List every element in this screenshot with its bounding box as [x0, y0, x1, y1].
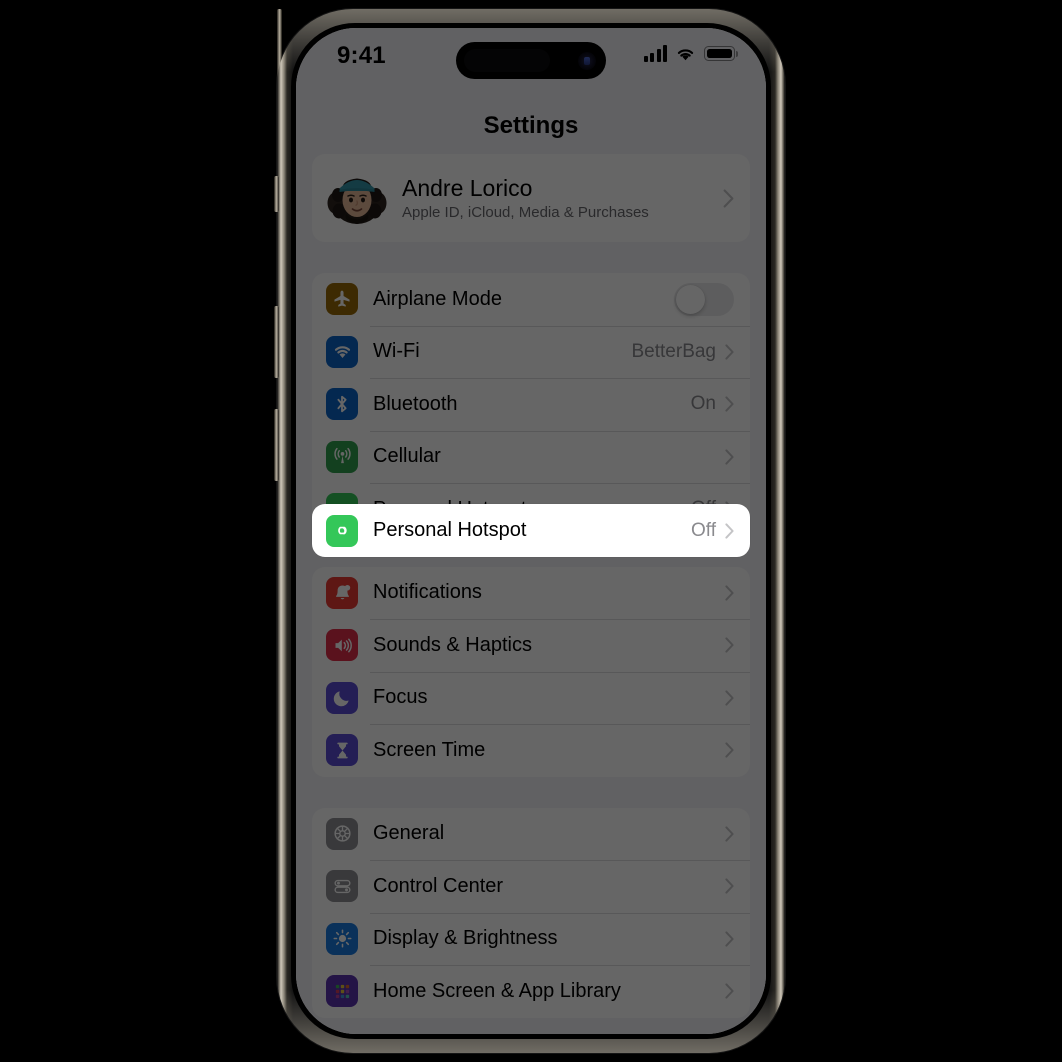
settings-row-label: Home Screen & App Library — [373, 979, 621, 1002]
spotlight-row-value: Off — [691, 519, 716, 541]
airplane-icon — [326, 283, 358, 316]
settings-row-label: Notifications — [373, 581, 482, 604]
chevron-right-icon — [723, 188, 734, 208]
chevron-right-icon — [725, 449, 734, 465]
brightness-sun-icon — [326, 922, 358, 955]
chevron-right-icon — [725, 931, 734, 947]
gear-icon — [326, 817, 358, 850]
settings-row-focus[interactable]: Focus — [312, 672, 750, 725]
settings-row-control-center[interactable]: Control Center — [312, 860, 750, 913]
cellular-bars-icon — [643, 45, 667, 62]
settings-row-value: BetterBag — [631, 340, 717, 362]
settings-row-cellular[interactable]: Cellular — [312, 431, 750, 484]
moon-icon — [326, 681, 358, 714]
mute-switch-button[interactable] — [274, 176, 279, 212]
volume-up-button[interactable] — [274, 306, 279, 378]
chevron-right-icon — [725, 826, 734, 842]
cellular-antenna-icon — [326, 440, 358, 473]
toggle-knob — [676, 284, 705, 314]
settings-row-label: Control Center — [373, 874, 504, 897]
settings-row-label: Bluetooth — [373, 392, 458, 415]
settings-row-value: On — [690, 393, 716, 415]
chevron-right-icon — [725, 396, 734, 412]
chevron-right-icon — [725, 983, 734, 999]
page-title: Settings — [483, 112, 579, 139]
settings-row-notifications[interactable]: Notifications — [312, 567, 750, 620]
settings-row-general[interactable]: General — [312, 808, 750, 861]
spotlight-row-label: Personal Hotspot — [373, 519, 527, 541]
chevron-right-icon — [725, 742, 734, 758]
settings-row-label: Sounds & Haptics — [373, 633, 532, 656]
iphone-device: 9:41 Settings Andre Lorico Apple ID, iCl… — [274, 9, 785, 1053]
settings-row-label: Focus — [373, 686, 428, 709]
chevron-right-icon — [725, 637, 734, 653]
settings-row-home-screen[interactable]: Home Screen & App Library — [312, 965, 750, 1018]
spotlight-highlight-personal-hotspot[interactable]: Personal Hotspot Off — [312, 504, 750, 557]
bell-icon — [326, 576, 358, 609]
dynamic-island-pill — [464, 49, 550, 72]
settings-row-sounds-haptics[interactable]: Sounds & Haptics — [312, 619, 750, 672]
settings-row-label: Cellular — [373, 445, 441, 468]
bluetooth-icon — [326, 388, 358, 421]
chevron-right-icon — [725, 690, 734, 706]
wifi-icon — [675, 46, 696, 62]
settings-row-label: Display & Brightness — [373, 927, 558, 950]
apple-id-row[interactable]: Andre Lorico Apple ID, iCloud, Media & P… — [312, 154, 750, 242]
volume-down-button[interactable] — [274, 409, 279, 481]
settings-row-label: Airplane Mode — [373, 287, 502, 310]
personal-hotspot-icon — [326, 514, 358, 547]
settings-row-label: Screen Time — [373, 738, 486, 761]
settings-row-label: General — [373, 822, 445, 845]
settings-row-airplane-mode[interactable]: Airplane Mode — [312, 273, 750, 326]
chevron-right-icon — [725, 344, 734, 360]
settings-row-bluetooth[interactable]: Bluetooth On — [312, 378, 750, 431]
chevron-right-icon — [725, 878, 734, 894]
dynamic-island — [456, 42, 606, 79]
status-bar-time: 9:41 — [337, 42, 386, 69]
alerts-group: Notifications Sounds & Haptics Focus Scr… — [312, 566, 750, 777]
status-bar-indicators — [643, 45, 738, 62]
system-group: General Control Center Display & Brightn… — [312, 807, 750, 1018]
memoji-avatar — [326, 167, 388, 229]
chevron-right-icon — [725, 585, 734, 601]
settings-row-screen-time[interactable]: Screen Time — [312, 724, 750, 777]
account-text: Andre Lorico Apple ID, iCloud, Media & P… — [402, 175, 723, 221]
airplane-mode-toggle[interactable] — [674, 282, 734, 316]
connectivity-group: Airplane Mode Wi-Fi BetterBag Bluetooth … — [312, 273, 750, 536]
wifi-icon — [326, 335, 358, 368]
chevron-right-icon — [725, 522, 734, 539]
account-name: Andre Lorico — [402, 174, 533, 201]
account-group: Andre Lorico Apple ID, iCloud, Media & P… — [312, 154, 750, 242]
hourglass-icon — [326, 734, 358, 767]
app-grid-icon — [326, 975, 358, 1008]
settings-app: 9:41 Settings Andre Lorico Apple ID, iCl… — [296, 28, 766, 1034]
battery-full-icon — [704, 46, 738, 61]
settings-list[interactable]: Andre Lorico Apple ID, iCloud, Media & P… — [296, 154, 766, 1034]
phone-screen: 9:41 Settings Andre Lorico Apple ID, iCl… — [296, 28, 766, 1034]
settings-row-personal-hotspot-highlighted[interactable]: Personal Hotspot Off — [312, 504, 750, 557]
front-camera-icon — [578, 51, 596, 70]
settings-row-label: Wi-Fi — [373, 340, 420, 363]
settings-row-wifi[interactable]: Wi-Fi BetterBag — [312, 326, 750, 379]
control-center-icon — [326, 870, 358, 903]
account-subtitle: Apple ID, iCloud, Media & Purchases — [402, 204, 649, 222]
settings-row-display-brightness[interactable]: Display & Brightness — [312, 913, 750, 966]
speaker-wave-icon — [326, 629, 358, 662]
